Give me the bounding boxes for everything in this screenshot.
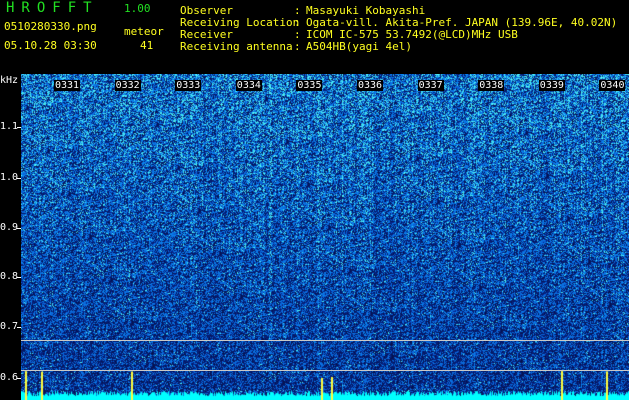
header-panel: HROFFT 1.00 0510280330.png meteor 05.10.… (0, 0, 629, 74)
time-tick-label: 0338 (478, 80, 505, 91)
time-tick-label: 0336 (357, 80, 384, 91)
meteor-count: 41 (140, 39, 154, 52)
time-tick-label: 0335 (296, 80, 323, 91)
time-tick-label: 0337 (417, 80, 444, 91)
antenna-value: A504HB(yagi 4el) (306, 40, 412, 53)
meteor-label: meteor (124, 25, 164, 38)
antenna-label: Receiving antenna (180, 40, 293, 53)
time-tick-label: 0331 (54, 80, 81, 91)
version-label: 1.00 (124, 2, 151, 15)
time-tick-label: 0332 (114, 80, 141, 91)
time-tick-label: 0340 (599, 80, 626, 91)
reference-line (21, 340, 629, 341)
time-tick-label: 0333 (175, 80, 202, 91)
filename-label: 0510280330.png (4, 20, 97, 33)
separator: : (294, 40, 301, 53)
time-tick-label: 0334 (235, 80, 262, 91)
reference-line (21, 370, 629, 371)
spectrogram-canvas (21, 74, 629, 400)
y-axis-unit: kHz (0, 75, 19, 86)
time-tick-label: 0339 (538, 80, 565, 91)
app-title: HROFFT (6, 0, 99, 16)
spectrogram-panel (21, 74, 629, 400)
datetime-label: 05.10.28 03:30 (4, 39, 97, 52)
